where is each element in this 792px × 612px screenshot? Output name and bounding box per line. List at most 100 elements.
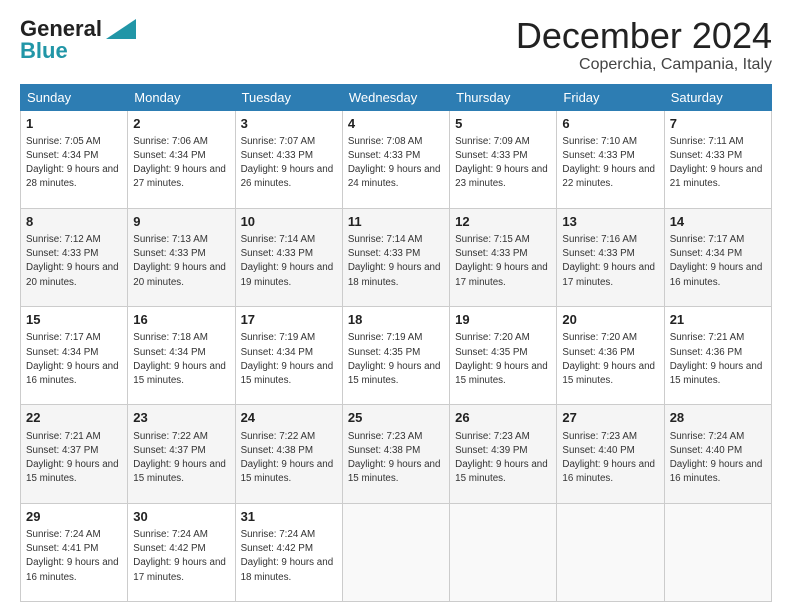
day-number: 15 [26, 311, 122, 329]
day-cell: 30 Sunrise: 7:24 AMSunset: 4:42 PMDayligh… [128, 503, 235, 601]
day-cell: 28 Sunrise: 7:24 AMSunset: 4:40 PMDayligh… [664, 405, 771, 503]
day-cell: 3 Sunrise: 7:07 AMSunset: 4:33 PMDaylight… [235, 110, 342, 208]
day-info: Sunrise: 7:24 AMSunset: 4:40 PMDaylight:… [670, 430, 766, 487]
day-cell: 27Sunrise: 7:23 AMSunset: 4:40 PMDayligh… [557, 405, 664, 503]
day-info: Sunrise: 7:10 AMSunset: 4:33 PMDaylight:… [562, 135, 658, 192]
day-info: Sunrise: 7:07 AMSunset: 4:33 PMDaylight:… [241, 135, 337, 192]
day-cell: 19 Sunrise: 7:20 AMSunset: 4:35 PMDayligh… [450, 307, 557, 405]
day-info: Sunrise: 7:21 AMSunset: 4:36 PMDaylight:… [670, 331, 766, 388]
day-cell: 15Sunrise: 7:17 AMSunset: 4:34 PMDayligh… [21, 307, 128, 405]
day-cell: 22 Sunrise: 7:21 AMSunset: 4:37 PMDayligh… [21, 405, 128, 503]
day-info: Sunrise: 7:19 AMSunset: 4:35 PMDaylight:… [348, 331, 444, 388]
day-number: 18 [348, 311, 444, 329]
weekday-monday: Monday [128, 84, 235, 110]
day-cell: 1 Sunrise: 7:05 AMSunset: 4:34 PMDaylight… [21, 110, 128, 208]
day-number: 30 [133, 508, 229, 526]
calendar-body: 1 Sunrise: 7:05 AMSunset: 4:34 PMDaylight… [21, 110, 772, 601]
day-cell: 14 Sunrise: 7:17 AMSunset: 4:34 PMDayligh… [664, 208, 771, 306]
day-number: 20 [562, 311, 658, 329]
week-row-5: 29Sunrise: 7:24 AMSunset: 4:41 PMDayligh… [21, 503, 772, 601]
day-info: Sunrise: 7:11 AMSunset: 4:33 PMDaylight:… [670, 135, 766, 192]
day-cell: 2Sunrise: 7:06 AMSunset: 4:34 PMDaylight… [128, 110, 235, 208]
day-info: Sunrise: 7:08 AMSunset: 4:33 PMDaylight:… [348, 135, 444, 192]
day-info: Sunrise: 7:22 AMSunset: 4:38 PMDaylight:… [241, 430, 337, 487]
day-info: Sunrise: 7:21 AMSunset: 4:37 PMDaylight:… [26, 430, 122, 487]
day-number: 1 [26, 115, 122, 133]
day-cell: 31 Sunrise: 7:24 AMSunset: 4:42 PMDayligh… [235, 503, 342, 601]
logo-blue: Blue [20, 38, 68, 64]
week-row-3: 15Sunrise: 7:17 AMSunset: 4:34 PMDayligh… [21, 307, 772, 405]
day-cell: 4 Sunrise: 7:08 AMSunset: 4:33 PMDaylight… [342, 110, 449, 208]
day-cell: 24 Sunrise: 7:22 AMSunset: 4:38 PMDayligh… [235, 405, 342, 503]
day-cell [342, 503, 449, 601]
day-cell: 29Sunrise: 7:24 AMSunset: 4:41 PMDayligh… [21, 503, 128, 601]
day-number: 28 [670, 409, 766, 427]
day-number: 26 [455, 409, 551, 427]
weekday-thursday: Thursday [450, 84, 557, 110]
weekday-sunday: Sunday [21, 84, 128, 110]
day-cell: 9 Sunrise: 7:13 AMSunset: 4:33 PMDaylight… [128, 208, 235, 306]
day-number: 3 [241, 115, 337, 133]
weekday-saturday: Saturday [664, 84, 771, 110]
weekday-friday: Friday [557, 84, 664, 110]
day-number: 4 [348, 115, 444, 133]
day-cell: 16 Sunrise: 7:18 AMSunset: 4:34 PMDayligh… [128, 307, 235, 405]
day-info: Sunrise: 7:13 AMSunset: 4:33 PMDaylight:… [133, 233, 229, 290]
day-number: 19 [455, 311, 551, 329]
day-cell: 5Sunrise: 7:09 AMSunset: 4:33 PMDaylight… [450, 110, 557, 208]
calendar-table: SundayMondayTuesdayWednesdayThursdayFrid… [20, 84, 772, 602]
calendar-subtitle: Coperchia, Campania, Italy [516, 56, 772, 74]
day-number: 6 [562, 115, 658, 133]
day-number: 21 [670, 311, 766, 329]
day-number: 24 [241, 409, 337, 427]
day-cell: 7Sunrise: 7:11 AMSunset: 4:33 PMDaylight… [664, 110, 771, 208]
day-info: Sunrise: 7:24 AMSunset: 4:42 PMDaylight:… [133, 528, 229, 585]
day-info: Sunrise: 7:18 AMSunset: 4:34 PMDaylight:… [133, 331, 229, 388]
day-number: 2 [133, 115, 229, 133]
title-block: December 2024 Coperchia, Campania, Italy [516, 16, 772, 74]
day-info: Sunrise: 7:20 AMSunset: 4:35 PMDaylight:… [455, 331, 551, 388]
calendar-title: December 2024 [516, 16, 772, 56]
day-info: Sunrise: 7:24 AMSunset: 4:41 PMDaylight:… [26, 528, 122, 585]
weekday-wednesday: Wednesday [342, 84, 449, 110]
page: General Blue December 2024 Coperchia, Ca… [0, 0, 792, 612]
day-cell: 13Sunrise: 7:16 AMSunset: 4:33 PMDayligh… [557, 208, 664, 306]
day-number: 23 [133, 409, 229, 427]
logo: General Blue [20, 16, 136, 64]
day-cell: 11 Sunrise: 7:14 AMSunset: 4:33 PMDayligh… [342, 208, 449, 306]
day-cell: 12Sunrise: 7:15 AMSunset: 4:33 PMDayligh… [450, 208, 557, 306]
day-info: Sunrise: 7:05 AMSunset: 4:34 PMDaylight:… [26, 135, 122, 192]
day-info: Sunrise: 7:15 AMSunset: 4:33 PMDaylight:… [455, 233, 551, 290]
day-cell: 17 Sunrise: 7:19 AMSunset: 4:34 PMDayligh… [235, 307, 342, 405]
day-info: Sunrise: 7:17 AMSunset: 4:34 PMDaylight:… [670, 233, 766, 290]
weekday-tuesday: Tuesday [235, 84, 342, 110]
day-number: 10 [241, 213, 337, 231]
day-number: 31 [241, 508, 337, 526]
day-info: Sunrise: 7:14 AMSunset: 4:33 PMDaylight:… [348, 233, 444, 290]
day-info: Sunrise: 7:09 AMSunset: 4:33 PMDaylight:… [455, 135, 551, 192]
day-number: 25 [348, 409, 444, 427]
day-cell: 18 Sunrise: 7:19 AMSunset: 4:35 PMDayligh… [342, 307, 449, 405]
day-number: 9 [133, 213, 229, 231]
day-number: 22 [26, 409, 122, 427]
day-cell: 10 Sunrise: 7:14 AMSunset: 4:33 PMDayligh… [235, 208, 342, 306]
day-number: 11 [348, 213, 444, 231]
day-info: Sunrise: 7:19 AMSunset: 4:34 PMDaylight:… [241, 331, 337, 388]
day-cell: 25Sunrise: 7:23 AMSunset: 4:38 PMDayligh… [342, 405, 449, 503]
header: General Blue December 2024 Coperchia, Ca… [20, 16, 772, 74]
day-info: Sunrise: 7:23 AMSunset: 4:40 PMDaylight:… [562, 430, 658, 487]
day-cell: 20Sunrise: 7:20 AMSunset: 4:36 PMDayligh… [557, 307, 664, 405]
day-info: Sunrise: 7:22 AMSunset: 4:37 PMDaylight:… [133, 430, 229, 487]
week-row-1: 1 Sunrise: 7:05 AMSunset: 4:34 PMDaylight… [21, 110, 772, 208]
day-number: 13 [562, 213, 658, 231]
day-info: Sunrise: 7:14 AMSunset: 4:33 PMDaylight:… [241, 233, 337, 290]
day-cell: 8Sunrise: 7:12 AMSunset: 4:33 PMDaylight… [21, 208, 128, 306]
day-cell: 21 Sunrise: 7:21 AMSunset: 4:36 PMDayligh… [664, 307, 771, 405]
day-number: 16 [133, 311, 229, 329]
week-row-4: 22 Sunrise: 7:21 AMSunset: 4:37 PMDayligh… [21, 405, 772, 503]
day-number: 17 [241, 311, 337, 329]
day-info: Sunrise: 7:24 AMSunset: 4:42 PMDaylight:… [241, 528, 337, 585]
day-cell [557, 503, 664, 601]
day-number: 14 [670, 213, 766, 231]
day-cell [664, 503, 771, 601]
